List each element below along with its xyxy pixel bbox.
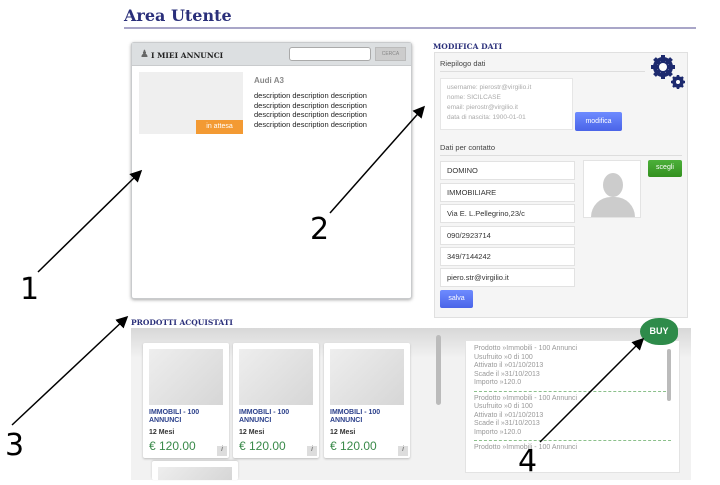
annotation-arrows	[11, 105, 645, 443]
arrow-1	[37, 169, 143, 273]
annotation-4: 4	[518, 444, 538, 479]
annotation-3: 3	[5, 428, 25, 463]
arrow-3	[11, 315, 129, 426]
annotation-2: 2	[310, 212, 330, 247]
arrow-4	[539, 337, 645, 443]
annotation-1: 1	[20, 272, 40, 307]
arrow-2	[329, 105, 425, 214]
